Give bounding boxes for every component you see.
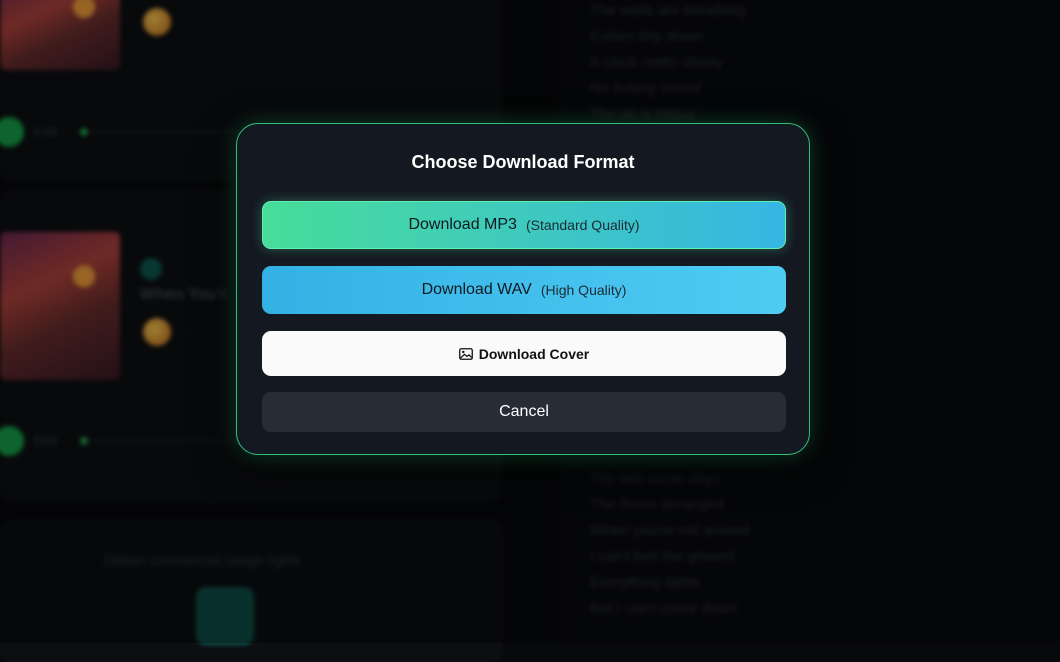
cancel-button[interactable]: Cancel (262, 392, 786, 432)
mp3-quality-label: (Standard Quality) (525, 217, 640, 233)
cancel-label: Cancel (499, 403, 549, 420)
download-mp3-label: Download MP3 (408, 216, 517, 233)
download-cover-label: Download Cover (478, 345, 590, 362)
image-icon (458, 347, 473, 360)
download-cover-button[interactable]: Download Cover (262, 331, 786, 376)
download-format-dialog: Choose Download Format Download MP3 (Sta… (236, 123, 810, 455)
download-mp3-button[interactable]: Download MP3 (Standard Quality) (262, 201, 786, 249)
download-wav-label: Download WAV (421, 281, 532, 298)
dialog-title: Choose Download Format (411, 152, 635, 172)
download-wav-button[interactable]: Download WAV (High Quality) (262, 266, 786, 314)
wav-quality-label: (High Quality) (540, 282, 627, 298)
